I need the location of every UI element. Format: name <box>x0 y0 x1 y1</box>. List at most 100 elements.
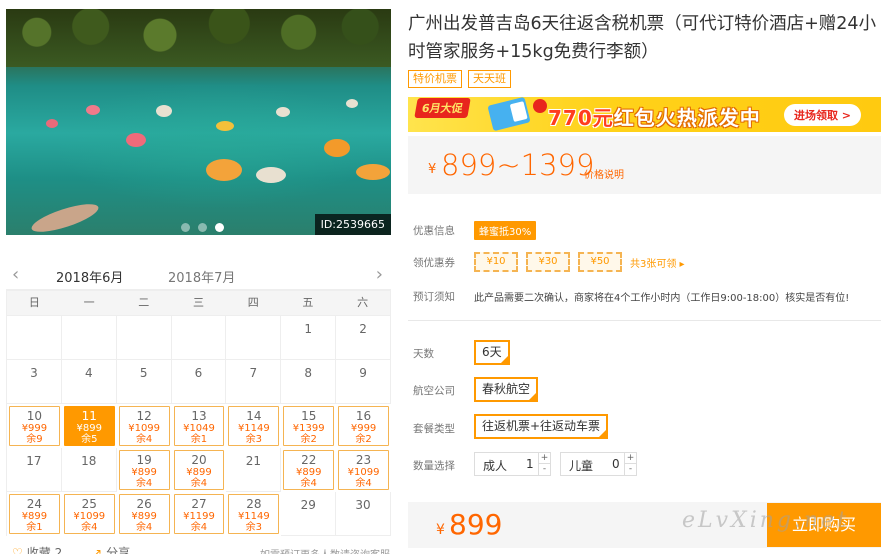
child-quantity-value[interactable]: 0 <box>612 457 620 471</box>
adult-plus-button[interactable]: + <box>539 453 550 464</box>
day-number: 27 <box>191 497 207 511</box>
day-remaining: 余5 <box>81 434 98 445</box>
day-number: 9 <box>359 366 367 380</box>
calendar-day <box>7 316 62 360</box>
adult-quantity-value[interactable]: 1 <box>526 457 534 471</box>
promo-amount: 770元 <box>548 106 614 130</box>
day-remaining: 余4 <box>135 434 153 445</box>
day-remaining: 余3 <box>245 522 263 533</box>
calendar-day-available[interactable]: 14 ¥1149 余3 <box>228 406 280 446</box>
section-divider <box>408 320 881 321</box>
child-minus-button[interactable]: - <box>625 464 636 475</box>
adult-minus-button[interactable]: - <box>539 464 550 475</box>
day-number: 28 <box>246 497 262 511</box>
calendar-day: 8 <box>281 360 337 404</box>
day-number: 22 <box>301 453 317 467</box>
calendar-day-available[interactable]: 13 ¥1049 余1 <box>173 406 225 446</box>
calendar-day-available[interactable]: 28 ¥1149 余3 <box>228 494 280 534</box>
coupon-10[interactable]: ¥10 <box>474 252 518 272</box>
carousel-dot-active[interactable] <box>215 223 224 232</box>
coupon-more-link[interactable]: 共3张可领 ▸ <box>630 255 685 270</box>
day-number: 4 <box>84 366 93 380</box>
day-number: 21 <box>245 454 261 468</box>
calendar-day <box>226 316 282 360</box>
calendar-day-available[interactable]: 19 ¥899 余4 <box>118 450 170 490</box>
promo-banner[interactable]: 6月大促 770元红包火热派发中 进场领取 > <box>408 97 881 132</box>
calendar-day-available[interactable]: 12 ¥1099 余4 <box>118 406 170 446</box>
weekday-label: 一 <box>83 296 95 309</box>
coin-icon <box>533 99 547 113</box>
child-plus-button[interactable]: + <box>625 453 636 464</box>
calendar-day-available[interactable]: 15 ¥1399 余2 <box>283 406 335 446</box>
photo-swimmer <box>156 105 172 117</box>
promo-badge: 6月大促 <box>414 98 471 118</box>
option-days-6[interactable]: 6天 <box>474 340 510 366</box>
heart-icon: ♡ <box>12 546 23 554</box>
day-number: 6 <box>194 366 203 380</box>
price-range: 899~1399 <box>441 148 595 182</box>
adult-stepper-buttons: + - <box>538 453 550 475</box>
tab-month-june[interactable]: 2018年6月 <box>47 267 134 294</box>
photo-swimmer <box>346 99 358 108</box>
promo-cta-button[interactable]: 进场领取 > <box>783 104 861 126</box>
calendar-day: 29 <box>281 492 337 536</box>
day-number: 18 <box>81 454 97 468</box>
discount-badge: 蜂蜜抵30% <box>474 221 537 240</box>
child-quantity-stepper[interactable]: 儿童 0 + - <box>560 452 637 476</box>
share-button[interactable]: ↗ 分享 <box>92 544 130 554</box>
calendar-day-available[interactable]: 10 ¥999 余9 <box>9 406 60 446</box>
buy-now-button[interactable]: 立即购买 <box>767 503 881 547</box>
calendar-day <box>171 316 227 360</box>
favorite-button[interactable]: ♡ 收藏 2 <box>12 544 62 554</box>
product-tags: 特价机票 天天班 <box>408 70 511 88</box>
day-number <box>117 316 171 322</box>
day-number: 20 <box>191 453 207 467</box>
photo-swimmer <box>276 107 290 117</box>
notice-label: 预订须知 <box>413 291 455 303</box>
calendar-day: 21 <box>226 448 282 492</box>
option-airline-spring[interactable]: 春秋航空 <box>474 377 539 403</box>
day-remaining: 余2 <box>300 434 317 445</box>
day-number: 17 <box>26 454 42 468</box>
calendar-day: 30 <box>336 492 391 536</box>
price-explain-link[interactable]: 价格说明 <box>584 166 624 181</box>
calendar-day-available[interactable]: 27 ¥1199 余4 <box>173 494 225 534</box>
ticket-icon <box>487 97 531 132</box>
option-package[interactable]: 往返机票+往返动车票 <box>474 414 609 440</box>
child-label: 儿童 <box>569 459 594 473</box>
calendar-day-available[interactable]: 26 ¥899 余4 <box>118 494 170 534</box>
calendar-day-available[interactable]: 11 ¥899 余5 <box>63 406 115 446</box>
chevron-right-icon[interactable]: › <box>376 264 383 285</box>
chevron-left-icon[interactable]: ‹ <box>12 264 19 285</box>
coupon-30[interactable]: ¥30 <box>526 252 570 272</box>
calendar-day-available[interactable]: 25 ¥1099 余4 <box>63 494 115 534</box>
carousel-dot[interactable] <box>181 223 190 232</box>
day-remaining: 余3 <box>245 434 263 445</box>
total-price: 899 <box>449 508 503 541</box>
adult-quantity-stepper[interactable]: 成人 1 + - <box>474 452 551 476</box>
coupon-50[interactable]: ¥50 <box>578 252 622 272</box>
tag-daily-flight: 天天班 <box>468 70 511 88</box>
tab-month-july[interactable]: 2018年7月 <box>168 267 235 286</box>
day-number: 15 <box>301 409 317 423</box>
day-price: ¥1099 <box>128 423 161 434</box>
quantity-label: 数量选择 <box>413 460 455 472</box>
product-photo[interactable]: ID:2539665 <box>6 9 391 235</box>
calendar-day-available[interactable]: 24 ¥899 余1 <box>9 494 60 534</box>
calendar-day: 2 <box>336 316 391 360</box>
calendar-weekday-header: 日 一 二 三 四 五 六 <box>6 290 391 316</box>
calendar-day-available[interactable]: 22 ¥899 余4 <box>283 450 335 490</box>
calendar-day-available[interactable]: 16 ¥999 余2 <box>338 406 389 446</box>
carousel-dot[interactable] <box>198 223 207 232</box>
price-calendar: 日 一 二 三 四 五 六 1 2 3 4 5 6 7 8 9 10 ¥999 余9 11 ¥899 余5 1… <box>6 290 391 536</box>
day-number <box>62 316 116 322</box>
day-number: 14 <box>246 409 262 423</box>
day-remaining: 余1 <box>26 522 43 533</box>
calendar-day-available[interactable]: 23 ¥1099 余4 <box>338 450 389 490</box>
day-number: 12 <box>136 409 152 423</box>
photo-swimmer <box>206 159 242 181</box>
day-remaining: 余4 <box>300 478 317 489</box>
day-number: 13 <box>191 409 207 423</box>
calendar-day-available[interactable]: 20 ¥899 余4 <box>173 450 225 490</box>
calendar-day: 9 <box>336 360 391 404</box>
